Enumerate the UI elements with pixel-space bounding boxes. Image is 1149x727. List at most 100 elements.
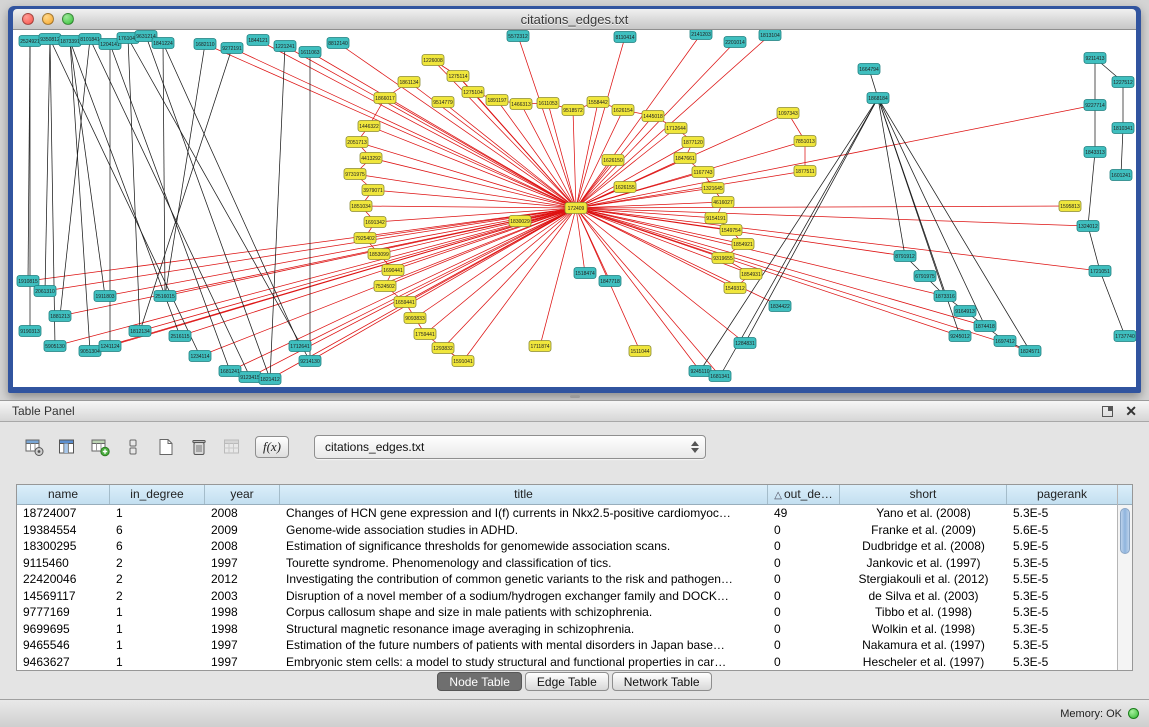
network-canvas[interactable]: 1724091226008127511418611341866017951477…	[13, 30, 1136, 387]
network-graph[interactable]: 1724091226008127511418611341866017951477…	[13, 30, 1136, 387]
graph-node[interactable]: 1626155	[614, 182, 636, 193]
graph-node[interactable]: 9272191	[221, 43, 243, 54]
new-table-icon[interactable]	[154, 435, 178, 459]
table-row[interactable]: 1830029562008Estimation of significance …	[17, 538, 1117, 555]
graph-node[interactable]: 1877120	[682, 137, 704, 148]
graph-node[interactable]: 9319655	[712, 253, 734, 264]
graph-node[interactable]: 2141203	[690, 30, 712, 40]
window-titlebar[interactable]: citations_edges.txt	[13, 9, 1136, 30]
graph-node[interactable]: 1911803	[94, 291, 116, 302]
graph-node[interactable]: 1293832	[432, 343, 454, 354]
graph-node[interactable]: 1821412	[259, 374, 281, 385]
graph-node[interactable]: 1881213	[49, 311, 71, 322]
graph-node[interactable]: 1275114	[447, 71, 469, 82]
graph-node[interactable]: 8791912	[894, 251, 916, 262]
graph-node[interactable]: 9245110	[689, 366, 711, 377]
table-row[interactable]: 911546021997Tourette syndrome. Phenomeno…	[17, 555, 1117, 572]
graph-node[interactable]: 9164913	[954, 306, 976, 317]
column-header-name[interactable]: name	[17, 485, 110, 504]
graph-node[interactable]: 1851034	[350, 201, 372, 212]
graph-node[interactable]: 1854921	[732, 239, 754, 250]
table-selector-dropdown[interactable]: citations_edges.txt	[314, 435, 706, 459]
graph-node[interactable]: 1681341	[709, 371, 731, 382]
graph-node[interactable]: 1275104	[462, 87, 484, 98]
table-mode-icon[interactable]	[22, 435, 46, 459]
graph-node[interactable]: 1591041	[452, 356, 474, 367]
graph-node[interactable]: 7925402	[354, 233, 376, 244]
graph-node[interactable]: 2524921	[19, 36, 41, 47]
column-header-out-degree[interactable]: △out_de…	[768, 485, 840, 504]
graph-node[interactable]: 1595813	[1059, 201, 1081, 212]
graph-node[interactable]: 1167743	[692, 167, 714, 178]
table-row[interactable]: 946554611997Estimation of the future num…	[17, 637, 1117, 654]
graph-node[interactable]: 9123415	[239, 372, 261, 383]
graph-node[interactable]: 1737740	[1114, 331, 1136, 342]
graph-node[interactable]: 1690441	[382, 265, 404, 276]
graph-node[interactable]: 4616027	[712, 197, 734, 208]
graph-node[interactable]: 1834422	[769, 301, 791, 312]
graph-node[interactable]: 1711874	[529, 341, 551, 352]
graph-node[interactable]: 9227714	[1084, 100, 1106, 111]
graph-node[interactable]: 2061310	[34, 286, 56, 297]
graph-node[interactable]: 9350812	[39, 34, 61, 45]
graph-node[interactable]: 1868184	[867, 93, 889, 104]
minimize-window-button[interactable]	[42, 13, 54, 25]
close-window-button[interactable]	[22, 13, 34, 25]
graph-node[interactable]: 1843313	[1084, 147, 1106, 158]
column-header-title[interactable]: title	[280, 485, 768, 504]
row-height-icon[interactable]	[121, 435, 145, 459]
graph-node[interactable]: 2516015	[154, 291, 176, 302]
graph-node[interactable]: 1626154	[612, 105, 634, 116]
graph-node[interactable]: 2516115	[169, 331, 191, 342]
graph-node[interactable]: 1810341	[1112, 123, 1134, 134]
graph-node[interactable]: 1853099	[368, 249, 390, 260]
graph-node[interactable]: 1659441	[394, 297, 416, 308]
graph-node[interactable]: 1874418	[974, 321, 996, 332]
graph-node[interactable]: 9051304	[79, 346, 101, 357]
graph-node[interactable]: 6791975	[914, 271, 936, 282]
graph-node[interactable]: 1891197	[486, 95, 508, 106]
graph-node[interactable]: 1097343	[777, 108, 799, 119]
graph-node[interactable]: 1712641	[289, 341, 311, 352]
graph-node[interactable]: 1466313	[510, 99, 532, 110]
graph-node[interactable]: 1759441	[414, 329, 436, 340]
float-panel-icon[interactable]	[1102, 406, 1113, 417]
graph-node[interactable]: 172409	[565, 203, 587, 214]
delete-table-icon[interactable]	[187, 435, 211, 459]
table-row[interactable]: 1938455462009Genome-wide association stu…	[17, 522, 1117, 539]
graph-node[interactable]: 9211413	[1084, 53, 1106, 64]
scrollbar-thumb[interactable]	[1120, 508, 1130, 554]
zoom-window-button[interactable]	[62, 13, 74, 25]
graph-node[interactable]: 5905130	[44, 341, 66, 352]
graph-node[interactable]: 1861134	[398, 77, 420, 88]
graph-node[interactable]: 1611053	[537, 98, 559, 109]
table-row[interactable]: 1872400712008Changes of HCN gene express…	[17, 505, 1117, 522]
graph-node[interactable]: 1812134	[129, 326, 151, 337]
tab-edge-table[interactable]: Edge Table	[525, 672, 609, 691]
graph-node[interactable]: 9093833	[404, 313, 426, 324]
graph-node[interactable]: 9154191	[705, 213, 727, 224]
graph-node[interactable]: 1830029	[509, 216, 531, 227]
graph-node[interactable]: 1844121	[247, 35, 269, 46]
create-column-icon[interactable]	[88, 435, 112, 459]
graph-node[interactable]: 1691342	[364, 217, 386, 228]
graph-node[interactable]: 1446322	[358, 121, 380, 132]
graph-node[interactable]: 9731975	[344, 169, 366, 180]
graph-node[interactable]: 1558442	[587, 97, 609, 108]
graph-node[interactable]: 1681241	[219, 366, 241, 377]
graph-node[interactable]: 1234114	[189, 351, 211, 362]
graph-node[interactable]: 1511044	[629, 346, 651, 357]
graph-node[interactable]: 9245012	[949, 331, 971, 342]
graph-node[interactable]: 1518474	[574, 268, 596, 279]
graph-node[interactable]: 1226008	[422, 55, 444, 66]
graph-node[interactable]: 1611063	[299, 47, 321, 58]
graph-node[interactable]: 1721051	[1089, 266, 1111, 277]
panel-splitter[interactable]	[0, 393, 1149, 400]
table-row[interactable]: 2242004622012Investigating the contribut…	[17, 571, 1117, 588]
graph-node[interactable]: 5572312	[507, 31, 529, 42]
table-row[interactable]: 969969511998Structural magnetic resonanc…	[17, 621, 1117, 638]
graph-node[interactable]: 1697412	[994, 336, 1016, 347]
graph-node[interactable]: 8110414	[614, 32, 636, 43]
graph-node[interactable]: 2051713	[346, 137, 368, 148]
graph-node[interactable]: 9190313	[19, 326, 41, 337]
